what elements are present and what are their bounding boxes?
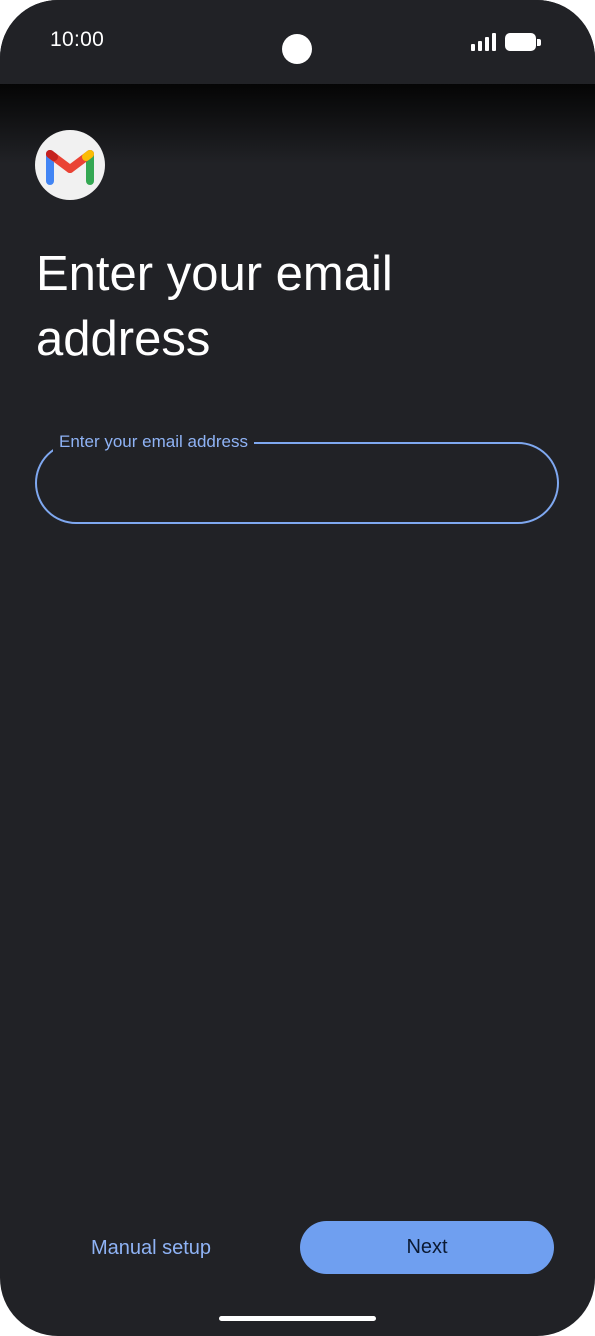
gmail-logo-icon xyxy=(35,130,105,200)
home-indicator[interactable] xyxy=(219,1316,376,1321)
email-field-label: Enter your email address xyxy=(53,432,254,452)
email-input[interactable] xyxy=(61,464,535,506)
status-time: 10:00 xyxy=(50,28,105,51)
cellular-signal-icon xyxy=(471,33,497,51)
manual-setup-button[interactable]: Manual setup xyxy=(60,1222,242,1274)
status-bar: 10:00 xyxy=(0,0,595,84)
email-field[interactable]: Enter your email address xyxy=(35,432,559,524)
phone-screen: 10:00 Enter your email address Enter you… xyxy=(0,0,595,1336)
page-title: Enter your email address xyxy=(36,247,393,366)
next-button[interactable]: Next xyxy=(300,1221,554,1274)
battery-icon xyxy=(505,33,541,51)
front-camera xyxy=(282,34,312,64)
